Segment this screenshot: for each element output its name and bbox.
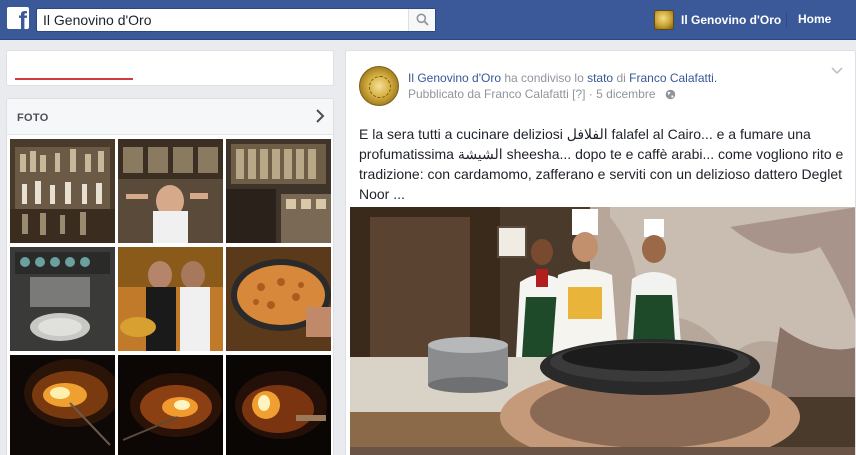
- top-navigation-bar: f Il Genovino d'Oro Home: [0, 0, 856, 40]
- photo-thumbnail[interactable]: [118, 355, 223, 455]
- post-shared-of: di: [616, 71, 626, 85]
- globe-icon: [665, 89, 676, 100]
- post-card: Il Genovino d'Oro ha condiviso lo stato …: [345, 50, 856, 455]
- home-link[interactable]: Home: [798, 12, 831, 26]
- page-info-card: [6, 50, 334, 86]
- nav-divider: [786, 12, 787, 28]
- profile-link[interactable]: Il Genovino d'Oro: [654, 9, 781, 31]
- photos-header[interactable]: FOTO: [7, 99, 333, 135]
- published-marker[interactable]: [?]: [572, 87, 585, 101]
- page-avatar[interactable]: [359, 66, 399, 106]
- photo-thumbnail[interactable]: [10, 139, 115, 243]
- post-photo[interactable]: [350, 207, 855, 455]
- photo-thumbnail[interactable]: [10, 247, 115, 351]
- post-shared-status-link[interactable]: stato: [587, 71, 613, 85]
- facebook-logo-icon[interactable]: f: [7, 7, 29, 29]
- post-author-link[interactable]: Il Genovino d'Oro: [408, 71, 501, 85]
- post-shared-text: ha condiviso lo: [504, 71, 584, 85]
- photo-thumbnail[interactable]: [226, 355, 331, 455]
- photo-thumbnail[interactable]: [226, 139, 331, 243]
- photo-thumbnail[interactable]: [226, 247, 331, 351]
- search-box: [36, 8, 436, 32]
- post-friend-link[interactable]: Franco Calafatti.: [629, 71, 717, 85]
- post-header: Il Genovino d'Oro ha condiviso lo stato …: [408, 71, 717, 85]
- profile-name: Il Genovino d'Oro: [681, 13, 782, 27]
- active-tab-underline: [15, 78, 133, 80]
- chevron-right-icon[interactable]: [315, 109, 325, 123]
- search-input[interactable]: [37, 9, 409, 31]
- photos-title: FOTO: [17, 112, 49, 124]
- photo-thumbnail[interactable]: [118, 139, 223, 243]
- post-metadata: Pubblicato da Franco Calafatti [?] · 5 d…: [408, 87, 676, 101]
- post-date[interactable]: 5 dicembre: [596, 87, 655, 101]
- search-button[interactable]: [408, 9, 435, 31]
- date-separator: ·: [588, 87, 593, 101]
- profile-avatar: [654, 10, 674, 30]
- photo-thumbnail[interactable]: [10, 355, 115, 455]
- photos-card: FOTO: [6, 98, 334, 455]
- search-icon: [416, 13, 429, 26]
- published-by: Pubblicato da Franco Calafatti: [408, 87, 569, 101]
- chevron-down-icon[interactable]: [831, 67, 843, 75]
- post-body-text: E la sera tutti a cucinare deliziosi الف…: [359, 126, 844, 202]
- photo-thumbnail[interactable]: [118, 247, 223, 351]
